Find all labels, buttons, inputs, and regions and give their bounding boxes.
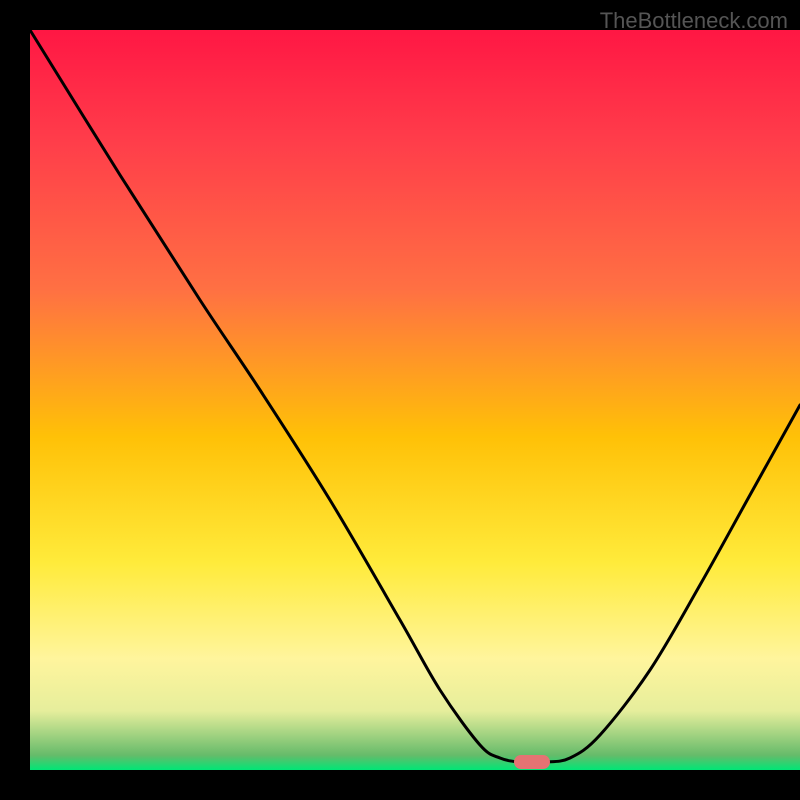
- watermark-text: TheBottleneck.com: [600, 8, 788, 34]
- bottleneck-chart: TheBottleneck.com: [0, 0, 800, 800]
- chart-background-gradient: [30, 30, 800, 770]
- optimal-point-marker: [514, 755, 550, 769]
- chart-svg: [0, 0, 800, 800]
